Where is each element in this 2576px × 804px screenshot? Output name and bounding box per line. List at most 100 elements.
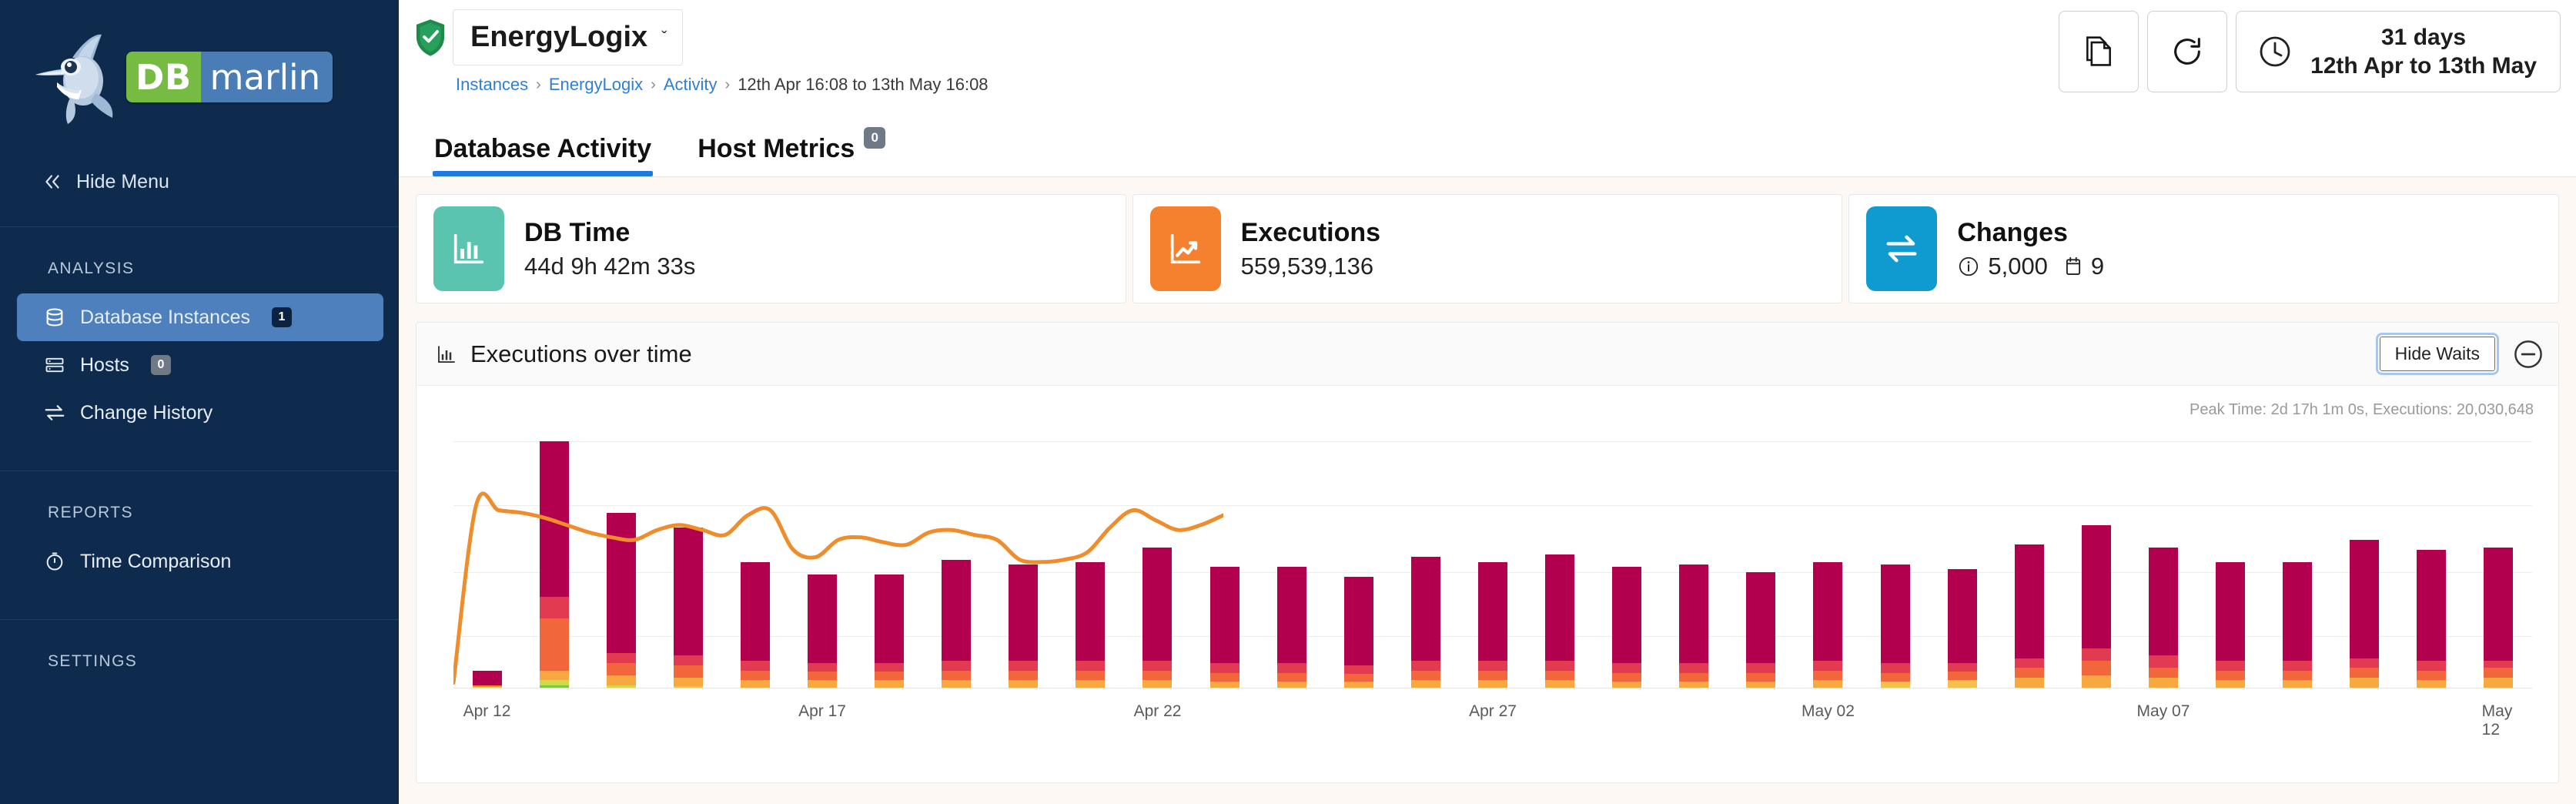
breadcrumb-date-range: 12th Apr 16:08 to 13th May 16:08 <box>738 75 988 95</box>
breadcrumb-energylogix[interactable]: EnergyLogix <box>549 75 643 95</box>
chart-bar-slot[interactable] <box>1124 441 1191 688</box>
chart-bar[interactable] <box>1277 567 1306 688</box>
chart-bar-slot[interactable] <box>654 441 721 688</box>
chart-bars[interactable] <box>453 441 2532 688</box>
chart-bar-slot[interactable] <box>1392 441 1459 688</box>
time-range-picker[interactable]: 31 days 12th Apr to 13th May <box>2236 11 2561 92</box>
chart-bar-segment <box>1277 673 1306 682</box>
chart-bar[interactable] <box>1478 562 1507 688</box>
chart-bar-slot[interactable] <box>2398 441 2465 688</box>
chart-bar-slot[interactable] <box>2264 441 2331 688</box>
chart-bar-slot[interactable] <box>1795 441 1862 688</box>
chart-bar[interactable] <box>540 441 569 688</box>
chart-bar[interactable] <box>2484 548 2513 688</box>
chart-bar[interactable] <box>808 575 837 688</box>
chart-bar-slot[interactable] <box>1258 441 1325 688</box>
chart-bar-slot[interactable] <box>1728 441 1795 688</box>
chart-bar-segment <box>808 672 837 680</box>
breadcrumb-instances[interactable]: Instances <box>456 75 528 95</box>
chart-bar-slot[interactable] <box>453 441 520 688</box>
chart-bar[interactable] <box>674 528 703 688</box>
chart-bar-slot[interactable] <box>1996 441 2062 688</box>
chart-bar-slot[interactable] <box>990 441 1057 688</box>
chart-bar[interactable] <box>741 562 770 688</box>
chart-bar[interactable] <box>1210 567 1239 688</box>
chart-bar-slot[interactable] <box>2331 441 2398 688</box>
chart-bar-slot[interactable] <box>1191 441 1258 688</box>
sidebar-item-database-instances[interactable]: Database Instances 1 <box>17 293 383 341</box>
chart-bar-slot[interactable] <box>856 441 923 688</box>
sidebar-item-time-comparison[interactable]: Time Comparison <box>17 538 383 585</box>
chart-bar-slot[interactable] <box>1325 441 1392 688</box>
chart-bar-slot[interactable] <box>1594 441 1661 688</box>
chart-bar[interactable] <box>1411 557 1440 688</box>
chart-bar[interactable] <box>2350 540 2379 688</box>
sidebar-item-change-history[interactable]: Change History <box>17 389 383 437</box>
chart-bar[interactable] <box>607 513 636 688</box>
chart-bar[interactable] <box>1679 564 1708 688</box>
chart-bar-slot[interactable] <box>1527 441 1594 688</box>
chart-bar[interactable] <box>1881 564 1910 688</box>
chart-bar-slot[interactable] <box>721 441 788 688</box>
chart-bar[interactable] <box>1948 569 1977 688</box>
main-content: EnergyLogix ˇ Instances › EnergyLogix › … <box>399 0 2576 804</box>
chart-bar[interactable] <box>1746 572 1775 688</box>
chart-bar-slot[interactable] <box>1862 441 1929 688</box>
chart-bar[interactable] <box>2149 548 2178 688</box>
chart-bar[interactable] <box>2216 562 2245 688</box>
chart-bar-segment <box>1142 680 1172 688</box>
chart-body[interactable]: Peak Time: 2d 17h 1m 0s, Executions: 20,… <box>417 386 2558 782</box>
chart-bar-segment <box>1948 663 1977 672</box>
hide-menu-button[interactable]: Hide Menu <box>0 154 399 209</box>
kpi-card-changes[interactable]: Changes 5,000 9 <box>1848 194 2559 303</box>
chart-bar-slot[interactable] <box>1661 441 1728 688</box>
chart-bar[interactable] <box>1142 548 1172 688</box>
minus-circle-icon[interactable] <box>2512 338 2544 370</box>
tab-host-metrics[interactable]: Host Metrics 0 <box>696 127 887 176</box>
chart-bar-segment <box>2149 678 2178 688</box>
kpi-value: 44d 9h 42m 33s <box>524 253 695 280</box>
chart-plot-area[interactable] <box>453 441 2532 688</box>
bar-chart-icon <box>433 206 504 291</box>
chart-bar[interactable] <box>1009 564 1038 688</box>
info-icon <box>1957 255 1980 278</box>
copy-button[interactable] <box>2059 11 2139 92</box>
chart-bar[interactable] <box>2015 544 2044 688</box>
chart-bar-slot[interactable] <box>2062 441 2129 688</box>
chart-bar-slot[interactable] <box>1459 441 1526 688</box>
chart-bar[interactable] <box>942 560 971 688</box>
chart-bar[interactable] <box>1344 577 1373 688</box>
refresh-button[interactable] <box>2147 11 2227 92</box>
brand-logo[interactable]: DB marlin <box>0 0 399 154</box>
chart-bar[interactable] <box>2283 562 2312 688</box>
chart-bar[interactable] <box>1813 562 1842 688</box>
kpi-card-executions[interactable]: Executions 559,539,136 <box>1132 194 1843 303</box>
chart-bar-segment <box>2149 548 2178 656</box>
chart-bar-segment <box>808 575 837 663</box>
breadcrumb-activity[interactable]: Activity <box>664 75 718 95</box>
chart-bar-slot[interactable] <box>2196 441 2263 688</box>
chart-bar-slot[interactable] <box>2465 441 2532 688</box>
chart-bar[interactable] <box>473 671 502 688</box>
instance-selector[interactable]: EnergyLogix ˇ <box>453 9 683 65</box>
kpi-card-db-time[interactable]: DB Time 44d 9h 42m 33s <box>416 194 1126 303</box>
chart-bar[interactable] <box>875 575 904 688</box>
chart-bar-slot[interactable] <box>923 441 990 688</box>
chart-bar-segment <box>1679 682 1708 688</box>
chart-bar-slot[interactable] <box>587 441 654 688</box>
chart-bar-segment <box>1411 557 1440 660</box>
sidebar-item-hosts[interactable]: Hosts 0 <box>17 341 383 389</box>
chart-bar-slot[interactable] <box>520 441 587 688</box>
chart-bar-slot[interactable] <box>1929 441 1996 688</box>
chart-bar-slot[interactable] <box>1057 441 1124 688</box>
chart-bar[interactable] <box>1545 554 1574 688</box>
tab-database-activity[interactable]: Database Activity <box>433 134 653 176</box>
chart-bar[interactable] <box>1612 567 1641 688</box>
chart-bar[interactable] <box>1076 562 1105 688</box>
chart-bar-slot[interactable] <box>788 441 855 688</box>
chart-bar-slot[interactable] <box>2129 441 2196 688</box>
chart-bar[interactable] <box>2417 550 2446 688</box>
hide-waits-button[interactable]: Hide Waits <box>2378 335 2497 373</box>
top-actions: 31 days 12th Apr to 13th May <box>2059 11 2561 92</box>
chart-bar[interactable] <box>2082 525 2111 688</box>
